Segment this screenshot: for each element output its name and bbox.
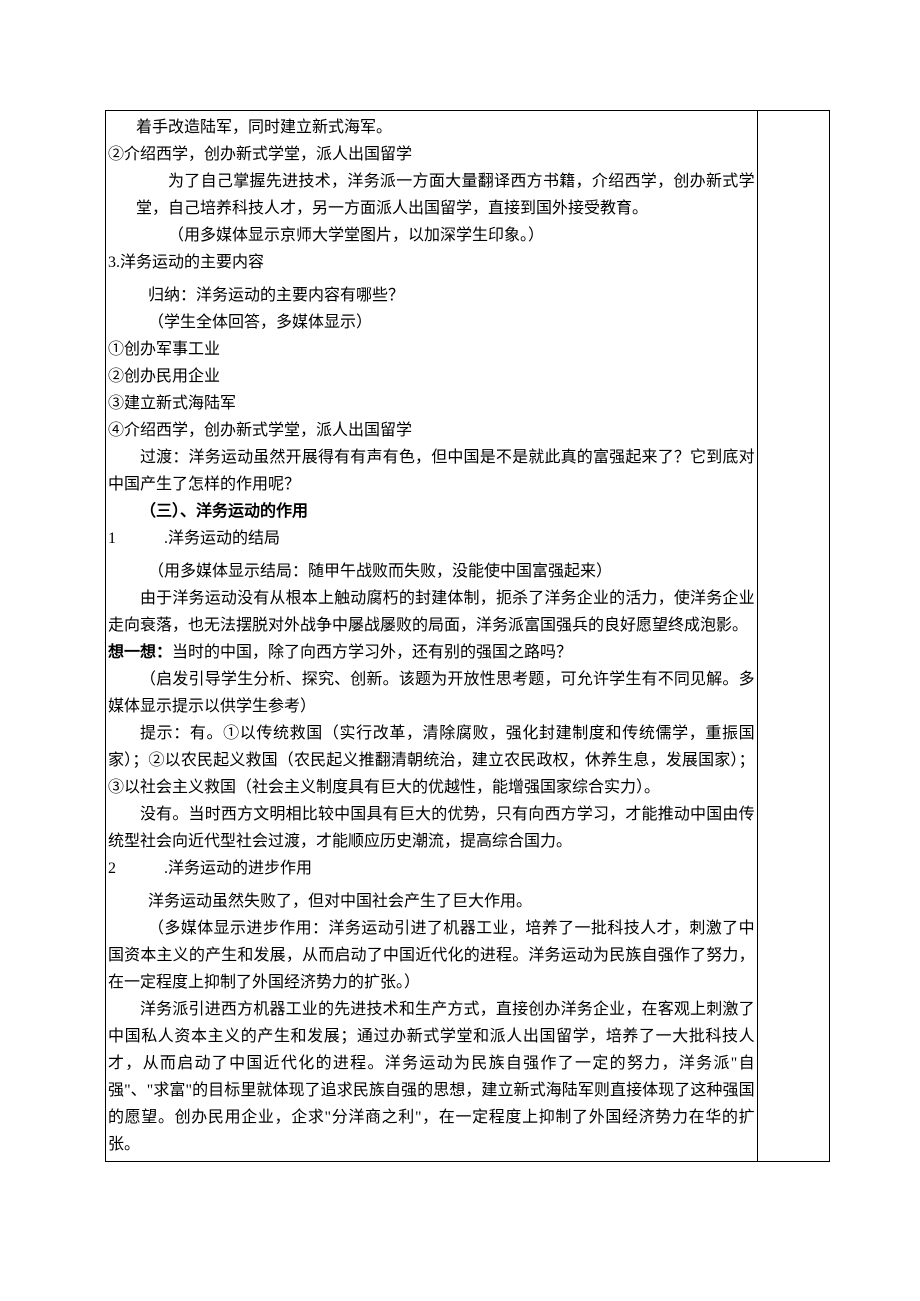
think-label: 想一想： (108, 644, 172, 661)
body-text: （多媒体显示进步作用：洋务运动引进了机器工业，培养了一批科技人才，刺激了中国资本… (108, 915, 755, 996)
body-text: （用多媒体显示结局：随甲午战败而失败，没能使中国富强起来） (108, 558, 755, 585)
list-item: ③建立新式海陆军 (108, 390, 755, 417)
document-table: 着手改造陆军，同时建立新式海军。 ②介绍西学，创办新式学堂，派人出国留学 为了自… (105, 110, 830, 1162)
main-content-cell: 着手改造陆军，同时建立新式海军。 ②介绍西学，创办新式学堂，派人出国留学 为了自… (106, 111, 758, 1162)
numbered-item: 2.洋务运动的进步作用 (108, 855, 755, 882)
table-row: 着手改造陆军，同时建立新式海军。 ②介绍西学，创办新式学堂，派人出国留学 为了自… (106, 111, 830, 1162)
body-text: 为了自己掌握先进技术，洋务派一方面大量翻译西方书籍，介绍西学，创办新式学堂，自己… (108, 168, 755, 222)
body-text: 过渡：洋务运动虽然开展得有有声有色，但中国是不是就此真的富强起来了？它到底对中国… (108, 444, 755, 498)
body-text: 洋务运动虽然失败了，但对中国社会产生了巨大作用。 (108, 888, 755, 915)
body-text: 提示：有。①以传统救国（实行改革，清除腐败，强化封建制度和传统儒学，重振国家）；… (108, 720, 755, 801)
numbered-item: 1.洋务运动的结局 (108, 525, 755, 552)
list-item: ④介绍西学，创办新式学堂，派人出国留学 (108, 417, 755, 444)
list-item: ①创办军事工业 (108, 336, 755, 363)
section-subheading: 3.洋务运动的主要内容 (108, 249, 755, 276)
section-heading: （三）、洋务运动的作用 (108, 498, 755, 525)
body-text: （用多媒体显示京师大学堂图片，以加深学生印象。） (108, 222, 755, 249)
list-item: ②创办民用企业 (108, 363, 755, 390)
item-number: 1 (108, 530, 116, 547)
body-text: 由于洋务运动没有从根本上触动腐朽的封建体制，扼杀了洋务企业的活力，使洋务企业走向… (108, 585, 755, 639)
body-text: 洋务派引进西方机器工业的先进技术和生产方式，直接创办洋务企业，在客观上刺激了中国… (108, 996, 755, 1158)
body-text: 归纳：洋务运动的主要内容有哪些？ (108, 282, 755, 309)
item-label: .洋务运动的进步作用 (116, 855, 312, 882)
body-text: （启发引导学生分析、探究、创新。该题为开放性思考题，可允许学生有不同见解。多媒体… (108, 666, 755, 720)
side-cell (757, 111, 829, 1162)
think-prompt: 想一想：当时的中国，除了向西方学习外，还有别的强国之路吗？ (108, 639, 755, 666)
body-text: （学生全体回答，多媒体显示） (108, 309, 755, 336)
body-text: 没有。当时西方文明相比较中国具有巨大的优势，只有向西方学习，才能推动中国由传统型… (108, 801, 755, 855)
think-text: 当时的中国，除了向西方学习外，还有别的强国之路吗？ (172, 644, 572, 661)
item-number: 2 (108, 860, 116, 877)
item-label: .洋务运动的结局 (116, 525, 280, 552)
body-text: ②介绍西学，创办新式学堂，派人出国留学 (108, 141, 755, 168)
body-text: 着手改造陆军，同时建立新式海军。 (108, 114, 755, 141)
